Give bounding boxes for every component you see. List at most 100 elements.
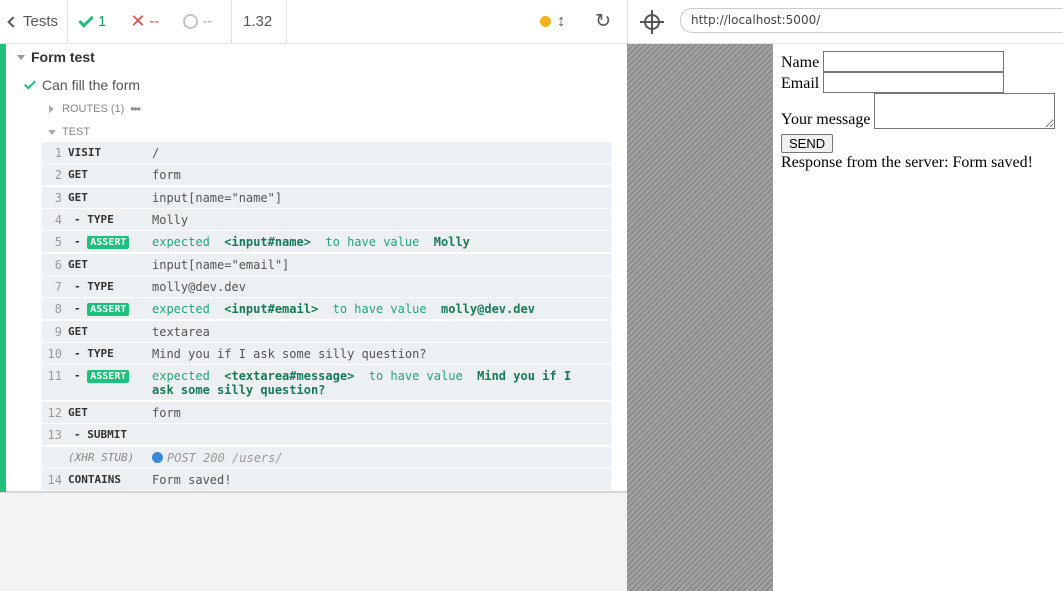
command-name: GET xyxy=(68,325,88,338)
xhr-status-dot-icon xyxy=(152,452,163,463)
routes-toggle[interactable]: ROUTES (1) ••• xyxy=(49,102,141,116)
name-input[interactable] xyxy=(823,51,1005,72)
command-message: input[name="email"] xyxy=(152,258,290,272)
test-section-toggle[interactable]: TEST xyxy=(48,126,90,138)
aut-header: http://localhost:5000/ xyxy=(627,0,1063,44)
scroll-toggle-icon[interactable]: ↕ xyxy=(557,13,565,31)
runnable-list: Form test Can fill the form ROUTES (1) •… xyxy=(0,44,627,493)
command-name: - TYPE xyxy=(74,280,114,293)
header-controls: ↕ ↻ xyxy=(540,0,627,43)
command-row[interactable]: 5 - ASSERT expected <input#name> to have… xyxy=(42,231,611,254)
command-number: 5 xyxy=(54,235,62,249)
command-row[interactable]: 14 CONTAINS Form saved! xyxy=(42,469,611,491)
command-number: 13 xyxy=(47,428,62,442)
command-number: 10 xyxy=(47,347,62,361)
caret-down-icon xyxy=(17,54,25,60)
duration: 1.32 xyxy=(232,0,287,43)
command-message: input[name="name"] xyxy=(152,191,283,205)
command-message: expected <input#name> to have value Moll… xyxy=(152,235,470,249)
reload-icon[interactable]: ↻ xyxy=(595,10,611,33)
send-button[interactable]: SEND xyxy=(781,134,834,153)
command-name: CONTAINS xyxy=(68,473,121,486)
command-message: Form saved! xyxy=(152,473,232,487)
command-message: molly@dev.dev xyxy=(152,280,246,294)
message-textarea[interactable] xyxy=(874,93,1056,129)
viewport-backdrop xyxy=(627,44,772,591)
failed-stat[interactable]: ✕ -- xyxy=(130,11,159,32)
back-label: Tests xyxy=(23,13,59,30)
app-under-test-panel: http://localhost:5000/ Name Email Your m… xyxy=(627,0,1063,591)
reporter-header: Tests 1 ✕ -- -- 1.32 ↕ ↻ xyxy=(0,0,627,44)
caret-right-icon xyxy=(49,105,54,113)
xhr-stub-row[interactable]: (XHR STUB) POST 200 /users/ xyxy=(42,447,611,469)
command-row[interactable]: 1 VISIT / xyxy=(42,142,611,164)
status-dot-icon xyxy=(540,16,552,27)
chevron-left-icon xyxy=(7,16,19,28)
message-label: Your message xyxy=(781,111,871,128)
command-number: 3 xyxy=(54,191,62,205)
command-message: form xyxy=(152,406,181,420)
passed-stat[interactable]: 1 xyxy=(78,11,106,30)
command-number: 8 xyxy=(54,302,62,316)
command-message: POST 200 /users/ xyxy=(152,451,611,465)
test-stats: 1 ✕ -- -- xyxy=(68,0,232,43)
command-message: Mind you if I ask some silly question? xyxy=(152,347,427,361)
command-name: GET xyxy=(68,168,88,181)
name-row: Name xyxy=(781,51,1005,72)
command-number: 14 xyxy=(47,473,62,487)
aut-iframe: Name Email Your message SEND Response fr… xyxy=(772,44,1063,591)
command-name: - SUBMIT xyxy=(74,428,127,441)
command-row[interactable]: 3 GET input[name="name"] xyxy=(42,187,611,209)
command-row[interactable]: 2 GET form xyxy=(42,164,611,187)
failed-count: -- xyxy=(149,13,160,30)
assert-badge: ASSERT xyxy=(87,236,130,249)
command-number: 2 xyxy=(54,168,62,182)
command-name: VISIT xyxy=(68,146,102,159)
suite-title[interactable]: Form test xyxy=(17,49,95,65)
cross-icon: ✕ xyxy=(130,11,146,31)
command-number: 4 xyxy=(54,213,62,227)
command-row[interactable]: 6 GET input[name="email"] xyxy=(42,254,611,276)
email-label: Email xyxy=(781,75,820,92)
command-row[interactable]: 7 - TYPE molly@dev.dev xyxy=(42,276,611,298)
command-row[interactable]: 9 GET textarea xyxy=(42,321,611,343)
url-bar[interactable]: http://localhost:5000/ xyxy=(680,8,1063,33)
server-response: Response from the server: Form saved! xyxy=(781,154,1033,171)
test-title[interactable]: Can fill the form xyxy=(23,77,140,93)
command-name: (XHR STUB) xyxy=(68,451,135,464)
command-row[interactable]: 13 - SUBMIT xyxy=(42,424,611,447)
more-icon: ••• xyxy=(130,102,141,116)
passed-state-bar xyxy=(0,44,6,492)
message-row: Your message xyxy=(781,93,1056,129)
command-row[interactable]: 4 - TYPE Molly xyxy=(42,209,611,231)
pending-stat[interactable]: -- xyxy=(183,13,212,30)
command-row[interactable]: 10 - TYPE Mind you if I ask some silly q… xyxy=(42,343,611,365)
back-to-tests-button[interactable]: Tests xyxy=(0,0,68,43)
command-row[interactable]: 12 GET form xyxy=(42,402,611,424)
command-number: 12 xyxy=(47,406,62,420)
email-input[interactable] xyxy=(823,72,1005,93)
command-message: textarea xyxy=(152,325,210,339)
header-spacer xyxy=(287,0,540,43)
command-message: form xyxy=(152,168,181,182)
email-row: Email xyxy=(781,72,1005,93)
reporter-panel: Tests 1 ✕ -- -- 1.32 ↕ ↻ Form test Can f… xyxy=(0,0,627,591)
command-row[interactable]: 11 - ASSERT expected <textarea#message> … xyxy=(42,365,611,402)
pending-count: -- xyxy=(202,13,213,30)
command-number: 7 xyxy=(54,280,62,294)
command-row[interactable]: 8 - ASSERT expected <input#email> to hav… xyxy=(42,298,611,321)
command-name: - ASSERT xyxy=(68,369,152,383)
command-number: 1 xyxy=(54,146,62,160)
command-message: / xyxy=(152,146,160,160)
command-name: - TYPE xyxy=(74,347,114,360)
command-message: Molly xyxy=(152,213,189,227)
assert-badge: ASSERT xyxy=(87,370,130,383)
pending-circle-icon xyxy=(183,14,199,29)
selector-playground-icon[interactable] xyxy=(640,9,664,34)
assert-badge: ASSERT xyxy=(87,303,130,316)
command-number: 6 xyxy=(54,258,62,272)
command-name: GET xyxy=(68,191,88,204)
check-icon xyxy=(23,77,37,90)
caret-down-icon xyxy=(48,129,56,135)
check-icon xyxy=(78,11,94,28)
